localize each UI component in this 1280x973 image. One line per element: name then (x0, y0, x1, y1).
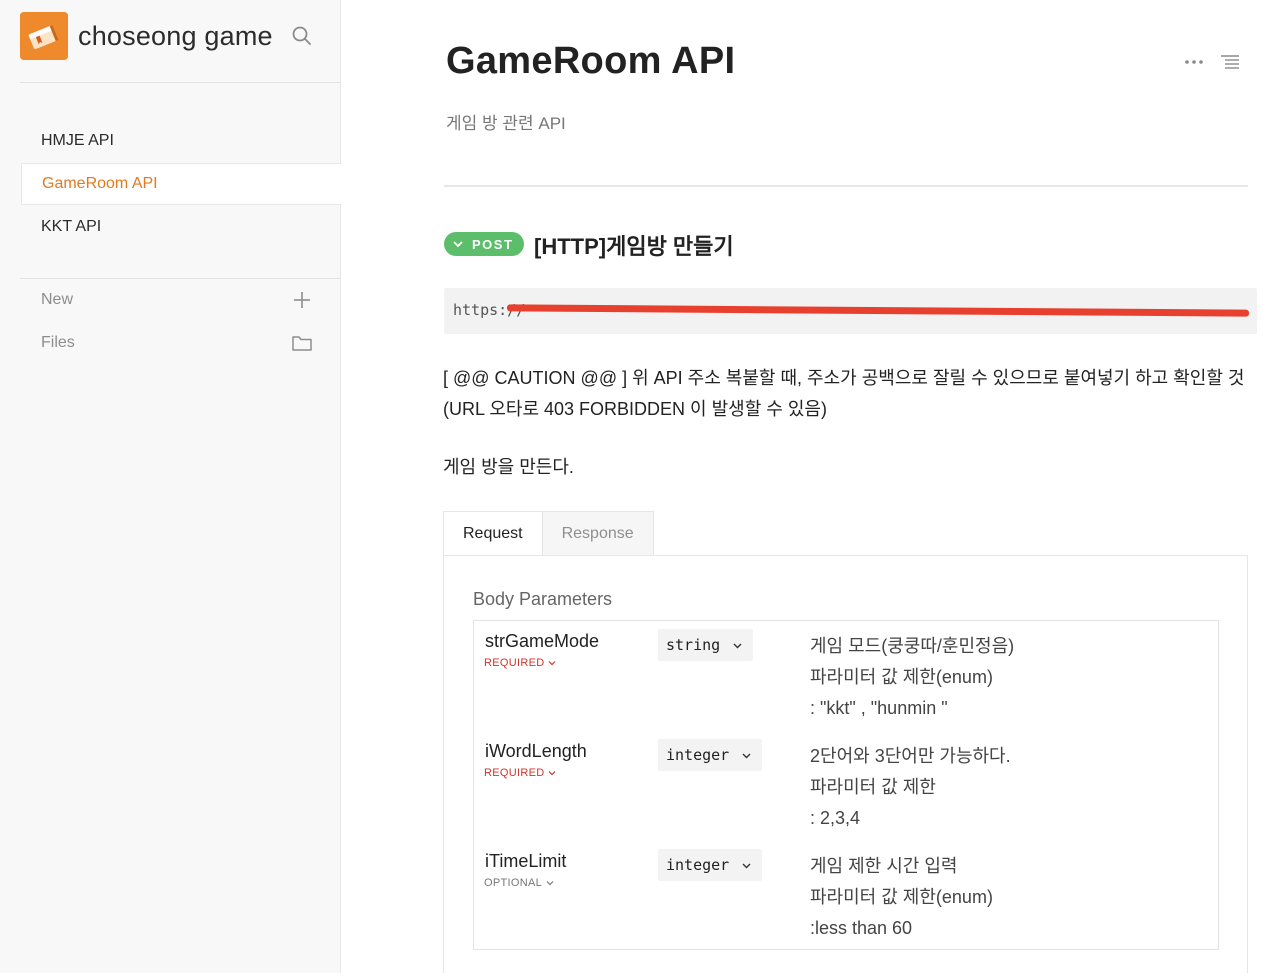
requirement-label: OPTIONAL (484, 877, 543, 889)
parameter-row: iTimeLimit OPTIONAL integer 게임 제한 시간 입력 … (474, 841, 1220, 951)
brand-title: choseong game (78, 20, 273, 51)
sidebar-item-label: KKT API (41, 218, 102, 235)
requirement-toggle[interactable]: OPTIONAL (484, 877, 554, 889)
type-label: integer (666, 746, 730, 764)
chevron-down-icon (742, 753, 751, 758)
requirement-label: REQUIRED (484, 767, 545, 779)
description-line: : "kkt" , "hunmin " (810, 698, 948, 718)
search-icon[interactable] (290, 24, 314, 48)
requirement-toggle[interactable]: REQUIRED (484, 657, 556, 669)
type-dropdown[interactable]: string (658, 629, 754, 661)
requirement-label: REQUIRED (484, 657, 545, 669)
table-of-contents-icon[interactable] (1219, 52, 1241, 72)
description-line: 게임 제한 시간 입력 (810, 856, 958, 876)
type-label: integer (666, 856, 730, 874)
caution-note: [ @@ CAUTION @@ ] 위 API 주소 복붙할 때, 주소가 공백… (443, 363, 1263, 425)
chevron-down-icon (742, 863, 751, 868)
sidebar-item-hmje-api[interactable]: HMJE API (21, 120, 341, 162)
description-line: :less than 60 (810, 918, 913, 938)
more-options-icon[interactable] (1183, 52, 1205, 72)
parameter-description: 게임 모드(쿵쿵따/훈민정음) 파라미터 값 제한(enum) : "kkt" … (810, 631, 1014, 724)
type-dropdown[interactable]: integer (658, 849, 763, 881)
description-line: 2단어와 3단어만 가능하다. (810, 746, 1011, 766)
sidebar-item-label: HMJE API (41, 132, 114, 149)
parameters-table: strGameMode REQUIRED string 게임 모드(쿵쿵따/훈민… (473, 620, 1219, 950)
post-method-badge[interactable]: POST (444, 232, 524, 256)
chevron-down-icon (549, 771, 556, 776)
parameter-description: 게임 제한 시간 입력 파라미터 값 제한(enum) :less than 6… (810, 851, 993, 944)
caution-line-1: [ @@ CAUTION @@ ] 위 API 주소 복붙할 때, 주소가 공백… (443, 368, 1245, 388)
new-label: New (41, 291, 74, 308)
url-redaction-mark (506, 304, 1250, 317)
chevron-down-icon (546, 881, 554, 886)
description-line: 게임 모드(쿵쿵따/훈민정음) (810, 636, 1015, 656)
type-label: string (666, 636, 721, 654)
page-subtitle: 게임 방 관련 API (446, 114, 566, 133)
method-label: POST (472, 236, 514, 252)
description-line: 파라미터 값 제한(enum) (810, 667, 993, 687)
parameter-name: strGameMode (485, 631, 600, 651)
caution-line-2: (URL 오타로 403 FORBIDDEN 이 발생할 수 있음) (443, 399, 827, 419)
chevron-down-icon (549, 661, 556, 666)
parameter-description: 2단어와 3단어만 가능하다. 파라미터 값 제한 : 2,3,4 (810, 741, 1011, 834)
type-dropdown[interactable]: integer (658, 739, 763, 771)
chevron-down-icon (453, 241, 463, 248)
plus-icon (291, 289, 313, 311)
request-response-tabs: Request Response (443, 511, 654, 557)
requirement-toggle[interactable]: REQUIRED (484, 767, 556, 779)
brand[interactable]: choseong game (20, 12, 273, 60)
description-line: 파라미터 값 제한(enum) (810, 887, 993, 907)
sidebar-divider (20, 82, 340, 83)
sidebar-files-button[interactable]: Files (21, 323, 321, 363)
description-line: 파라미터 값 제한 (810, 777, 936, 797)
parameter-row: iWordLength REQUIRED integer 2단어와 3단어만 가… (474, 731, 1220, 841)
page-title: GameRoom API (446, 40, 736, 82)
sidebar-item-gameroom-api[interactable]: GameRoom API (21, 163, 341, 205)
endpoint-url[interactable]: https:// (444, 288, 1257, 334)
tab-response[interactable]: Response (542, 511, 654, 556)
request-panel: Body Parameters strGameMode REQUIRED str… (443, 555, 1248, 973)
endpoint-title: [HTTP]게임방 만들기 (534, 234, 734, 259)
body-parameters-heading: Body Parameters (473, 589, 613, 609)
description-line: : 2,3,4 (810, 808, 861, 828)
folder-icon (291, 332, 313, 354)
sidebar-item-label: GameRoom API (42, 175, 158, 192)
section-divider (444, 185, 1248, 187)
main-content: GameRoom API 게임 방 관련 API POST [HTTP]게임방 … (341, 0, 1280, 973)
sidebar: choseong game HMJE API GameRoom API KKT … (0, 0, 341, 973)
parameter-name: iWordLength (485, 741, 587, 761)
parameter-row: strGameMode REQUIRED string 게임 모드(쿵쿵따/훈민… (474, 621, 1220, 731)
sidebar-divider (20, 278, 340, 279)
files-label: Files (41, 334, 75, 351)
parameter-name: iTimeLimit (485, 851, 567, 871)
endpoint-description: 게임 방을 만든다. (443, 457, 574, 477)
chevron-down-icon (733, 643, 742, 648)
book-logo-icon (20, 12, 68, 60)
sidebar-new-button[interactable]: New (21, 280, 321, 320)
tab-request[interactable]: Request (443, 511, 543, 556)
sidebar-item-kkt-api[interactable]: KKT API (21, 206, 341, 248)
